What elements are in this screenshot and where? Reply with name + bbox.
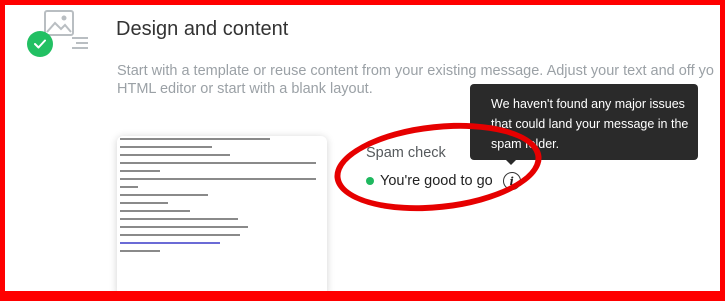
image-icon [44, 10, 74, 36]
lines-icon [72, 37, 88, 49]
description-line-1: Start with a template or reuse content f… [117, 63, 714, 79]
email-preview-thumbnail[interactable] [117, 136, 327, 296]
spam-check-title: Spam check [366, 145, 446, 161]
step-status-icon [24, 6, 88, 60]
step-complete-badge [27, 31, 53, 57]
section-title: Design and content [116, 18, 289, 40]
spam-check-tooltip: We haven't found any major issues that c… [470, 84, 698, 160]
tooltip-arrow [505, 159, 517, 165]
annotation-bottom-bar [0, 291, 725, 301]
info-icon[interactable]: i [502, 172, 521, 190]
check-icon [34, 39, 46, 49]
preview-text-lines [120, 138, 320, 258]
status-dot-icon [366, 177, 374, 185]
spam-check-status: You're good to go [380, 173, 493, 189]
tooltip-text: We haven't found any major issues that c… [491, 97, 689, 151]
spam-check-status-row: You're good to go i [366, 172, 521, 190]
